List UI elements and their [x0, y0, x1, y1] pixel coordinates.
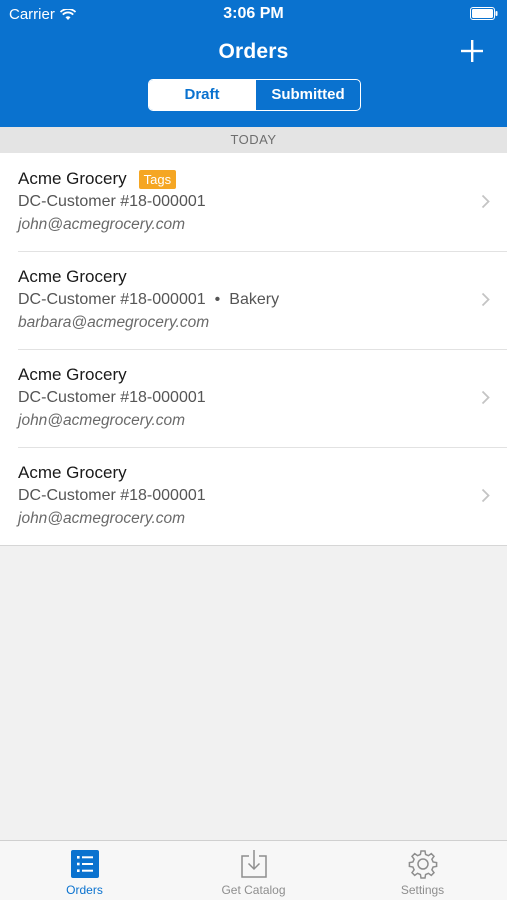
orders-list: Acme Grocery Tags DC-Customer #18-000001… [0, 153, 507, 546]
page-title: Orders [218, 40, 289, 63]
order-customer: DC-Customer #18-000001 [18, 193, 206, 210]
gear-icon [408, 850, 437, 879]
tab-settings[interactable]: Settings [338, 841, 507, 900]
download-icon [240, 850, 267, 878]
tags-badge[interactable]: Tags [138, 169, 177, 189]
status-bar: Carrier 3:06 PM [0, 0, 507, 28]
add-order-button[interactable] [459, 38, 485, 64]
chevron-right-icon [481, 292, 490, 307]
submitted-segment[interactable]: Submitted [255, 80, 360, 110]
tab-settings-label: Settings [400, 883, 445, 897]
order-email: john@acmegrocery.com [18, 216, 186, 233]
plus-icon [461, 40, 483, 62]
order-customer: DC-Customer #18-000001 [18, 389, 206, 406]
separator-dot: • [214, 291, 221, 308]
section-header-today: TODAY [0, 127, 507, 153]
order-email: john@acmegrocery.com [18, 412, 186, 429]
tab-orders-label: Orders [66, 883, 103, 897]
order-name: Acme Grocery [18, 365, 127, 384]
order-row[interactable]: Acme Grocery DC-Customer #18-000001 john… [0, 349, 507, 447]
status-time: 3:06 PM [223, 5, 284, 22]
order-email: barbara@acmegrocery.com [18, 314, 210, 331]
header: Carrier 3:06 PM Orders Draft Submitted [0, 0, 507, 127]
segmented-control: Draft Submitted [148, 79, 361, 111]
order-email: john@acmegrocery.com [18, 510, 186, 527]
order-customer: DC-Customer #18-000001 [18, 291, 206, 308]
draft-segment[interactable]: Draft [149, 80, 255, 110]
chevron-right-icon [481, 194, 490, 209]
order-name: Acme Grocery [18, 169, 127, 188]
tab-bar: Orders Get Catalog Settings [0, 840, 507, 900]
order-row[interactable]: Acme Grocery DC-Customer #18-000001 john… [0, 447, 507, 545]
order-category: Bakery [229, 291, 280, 308]
tab-orders[interactable]: Orders [0, 841, 169, 900]
order-row[interactable]: Acme Grocery DC-Customer #18-000001 • Bake… [0, 251, 507, 349]
order-name: Acme Grocery [18, 463, 127, 482]
order-row[interactable]: Acme Grocery Tags DC-Customer #18-000001… [0, 153, 507, 251]
chevron-right-icon [481, 390, 490, 405]
tab-get-catalog[interactable]: Get Catalog [169, 841, 338, 900]
chevron-right-icon [481, 488, 490, 503]
list-icon [70, 850, 99, 878]
tab-catalog-label: Get Catalog [221, 883, 286, 897]
order-name: Acme Grocery [18, 267, 127, 286]
order-customer: DC-Customer #18-000001 [18, 487, 206, 504]
battery-icon [470, 7, 498, 24]
